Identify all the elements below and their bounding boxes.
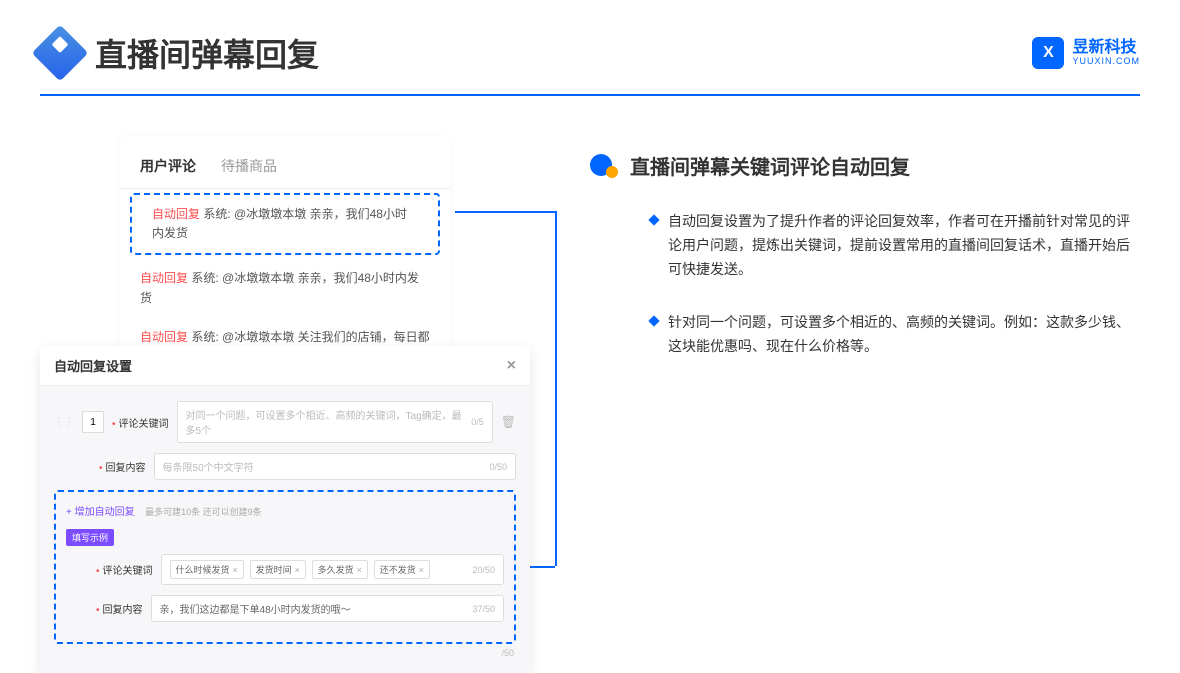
close-icon[interactable]: × xyxy=(507,357,516,375)
delete-icon[interactable]: 🗑 xyxy=(501,415,516,429)
cube-icon xyxy=(32,25,89,82)
example-keyword-count: 20/50 xyxy=(472,565,495,575)
system-prefix: 系统: xyxy=(191,330,218,344)
example-content-count: 37/50 xyxy=(472,604,495,614)
bullet-icon xyxy=(648,214,659,225)
brand-name-en: YUUXIN.COM xyxy=(1072,57,1140,67)
connector-line xyxy=(555,211,557,566)
example-content-input[interactable]: 亲，我们这边都是下单48小时内发货的哦～ 37/50 xyxy=(151,595,504,622)
panel-title: 自动回复设置 xyxy=(54,356,132,375)
add-auto-reply-link[interactable]: + 增加自动回复 xyxy=(66,507,135,518)
brand-name-cn: 昱新科技 xyxy=(1072,39,1140,57)
tab-pending-goods[interactable]: 待播商品 xyxy=(221,156,277,176)
example-badge: 填写示例 xyxy=(66,529,114,546)
example-keyword-input[interactable]: 什么时候发货× 发货时间× 多久发货× 还不发货× 20/50 xyxy=(161,554,504,585)
brand-logo-icon: X xyxy=(1032,37,1064,69)
bullet-text: 针对同一个问题，可设置多个相近的、高频的关键词。例如：这款多少钱、这块能优惠吗、… xyxy=(668,311,1140,359)
keyword-tag[interactable]: 什么时候发货× xyxy=(170,560,244,579)
connector-line xyxy=(455,211,555,213)
content-placeholder: 每条限50个中文字符 xyxy=(163,459,254,474)
system-prefix: 系统: xyxy=(203,207,230,221)
comment-row: 自动回复 系统: @冰墩墩本墩 亲亲，我们48小时内发货 xyxy=(120,259,450,317)
comment-row-highlighted: 自动回复 系统: @冰墩墩本墩 亲亲，我们48小时内发货 xyxy=(130,193,440,255)
example-content-label: 回复内容 xyxy=(96,601,143,616)
extra-count: /50 xyxy=(54,644,516,658)
example-keyword-label: 评论关键词 xyxy=(96,562,153,577)
auto-reply-tag: 自动回复 xyxy=(140,330,188,344)
bullet-icon xyxy=(648,316,659,327)
system-prefix: 系统: xyxy=(191,271,218,285)
tab-user-comments[interactable]: 用户评论 xyxy=(140,156,196,176)
auto-reply-settings-panel: 自动回复设置 × ⋮⋮ 1 评论关键词 对同一个问题，可设置多个相近、高频的关键… xyxy=(40,346,530,673)
section-heading: 直播间弹幕关键词评论自动回复 xyxy=(630,151,910,180)
keyword-input[interactable]: 对同一个问题，可设置多个相近、高频的关键词，Tag确定，最多5个 0/5 xyxy=(177,401,493,443)
keyword-tag[interactable]: 还不发货× xyxy=(374,560,430,579)
example-content-text: 亲，我们这边都是下单48小时内发货的哦～ xyxy=(160,601,351,616)
auto-reply-tag: 自动回复 xyxy=(152,207,200,221)
example-box: + 增加自动回复 最多可建10条 还可以创建9条 填写示例 评论关键词 什么时候… xyxy=(54,490,516,644)
add-limit-text: 最多可建10条 还可以创建9条 xyxy=(145,507,262,517)
content-input[interactable]: 每条限50个中文字符 0/50 xyxy=(154,453,516,480)
brand: X 昱新科技 YUUXIN.COM xyxy=(1032,37,1140,69)
sequence-number: 1 xyxy=(82,411,104,433)
keyword-count: 0/5 xyxy=(471,417,484,427)
content-count: 0/50 xyxy=(489,462,507,472)
page-title: 直播间弹幕回复 xyxy=(95,30,319,76)
bullet-text: 自动回复设置为了提升作者的评论回复效率，作者可在开播前针对常见的评论用户问题，提… xyxy=(668,210,1140,281)
keyword-tag[interactable]: 多久发货× xyxy=(312,560,368,579)
bubble-icon xyxy=(590,154,618,178)
content-label: 回复内容 xyxy=(99,459,146,474)
keyword-placeholder: 对同一个问题，可设置多个相近、高频的关键词，Tag确定，最多5个 xyxy=(186,407,472,437)
auto-reply-tag: 自动回复 xyxy=(140,271,188,285)
keyword-tag[interactable]: 发货时间× xyxy=(250,560,306,579)
keyword-label: 评论关键词 xyxy=(112,415,169,430)
